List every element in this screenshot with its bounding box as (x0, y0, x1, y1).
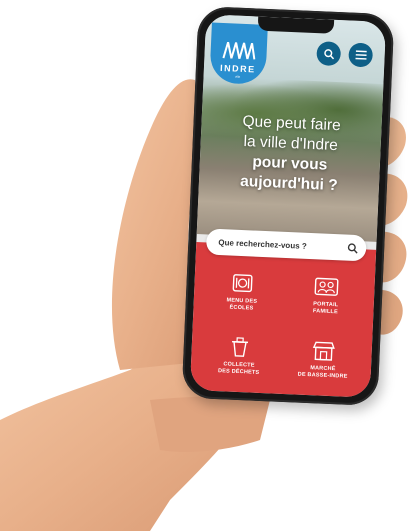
tile-portail-famille[interactable]: PORTAIL FAMILLE (285, 274, 367, 317)
search-placeholder: Que recherchez-vous ? (218, 237, 307, 251)
phone-screen: Que peut faire la ville d'Indre pour vou… (189, 14, 387, 398)
school-menu-icon (232, 274, 253, 293)
search-icon (323, 48, 334, 59)
search-icon[interactable] (347, 242, 358, 254)
quick-links-section: MENU DES ÉCOLES PORTAIL FAMILLE COLLECTE… (189, 242, 377, 398)
tile-menu-des-ecoles[interactable]: MENU DES ÉCOLES (201, 270, 283, 313)
tile-marche-de-basse-indre[interactable]: MARCHÉ DE BASSE-INDRE (282, 338, 364, 381)
family-portal-icon (314, 277, 339, 296)
phone-device: Que peut faire la ville d'Indre pour vou… (181, 5, 395, 407)
waste-collection-icon (231, 337, 249, 357)
hero-title: Que peut faire la ville d'Indre pour vou… (239, 112, 342, 195)
logo-text: INDRE (219, 62, 256, 75)
logo-waves-icon (222, 41, 256, 60)
logo-subtext: ville (234, 74, 241, 79)
market-icon (312, 341, 335, 361)
tile-collecte-des-dechets[interactable]: COLLECTE DES DÉCHETS (199, 334, 281, 377)
hamburger-menu-icon (354, 50, 367, 60)
